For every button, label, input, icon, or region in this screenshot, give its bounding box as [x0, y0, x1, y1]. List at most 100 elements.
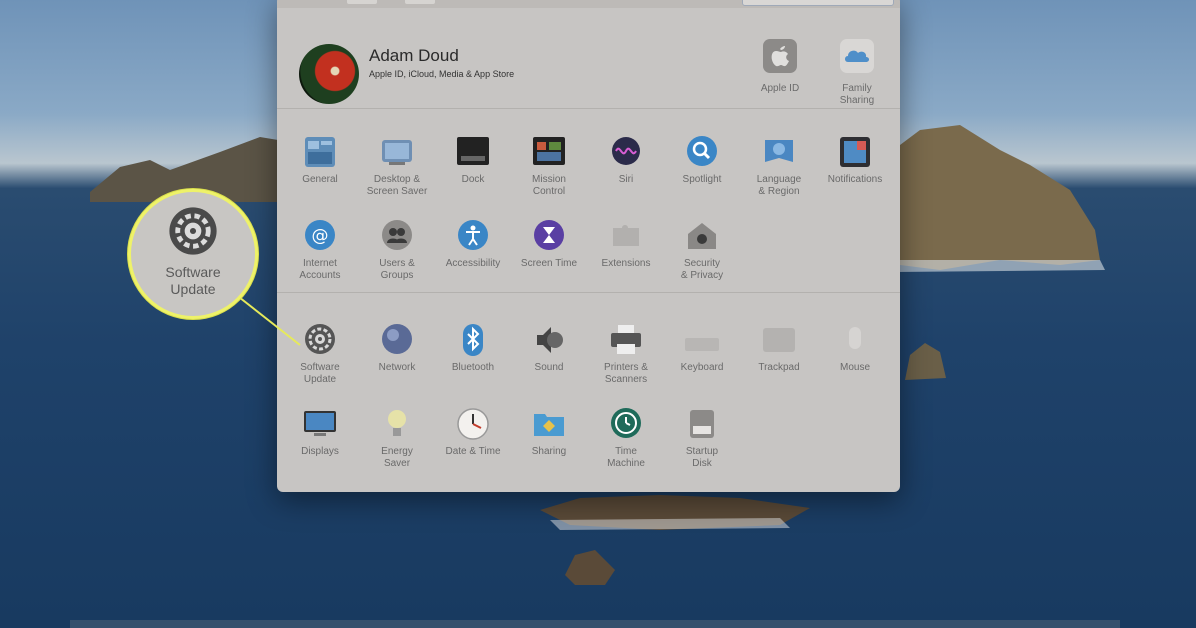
pref-trackpad[interactable]: Trackpad	[739, 322, 819, 374]
security-privacy-icon	[688, 223, 716, 249]
desktop-screen-saver-label: Desktop & Screen Saver	[366, 174, 428, 197]
show-all-button[interactable]	[405, 0, 435, 4]
pref-spotlight[interactable]: Spotlight	[662, 134, 742, 186]
mission-control-icon	[533, 137, 565, 165]
displays-icon	[304, 411, 336, 436]
network-icon	[382, 324, 412, 354]
keyboard-icon	[685, 338, 719, 351]
apple-id-label: Apple ID	[760, 83, 800, 94]
users-groups-icon	[382, 220, 412, 250]
pref-language-region[interactable]: Language & Region	[739, 134, 819, 198]
sound-label: Sound	[534, 362, 564, 373]
back-button[interactable]	[347, 0, 377, 4]
siri-label: Siri	[618, 174, 634, 185]
pref-printers-scanners[interactable]: Printers & Scanners	[586, 322, 666, 386]
pref-users-groups[interactable]: Users & Groups	[357, 218, 437, 282]
time-machine-icon	[611, 408, 641, 438]
general-label: General	[302, 174, 338, 185]
apple-id-section[interactable]: Adam Doud Apple ID, iCloud, Media & App …	[277, 8, 900, 109]
system-preferences-window: Adam Doud Apple ID, iCloud, Media & App …	[277, 0, 900, 492]
user-name: Adam Doud	[369, 46, 459, 65]
svg-text:@: @	[312, 226, 329, 246]
mouse-icon	[849, 327, 861, 349]
island-right	[880, 125, 1105, 272]
pref-energy-saver[interactable]: Energy Saver	[357, 406, 437, 470]
pref-displays[interactable]: Displays	[280, 406, 360, 458]
pref-date-time[interactable]: Date & Time	[433, 406, 513, 458]
clock-icon	[457, 408, 489, 440]
gear-icon	[169, 207, 217, 255]
language-region-icon	[765, 140, 793, 162]
pref-internet-accounts[interactable]: @ Internet Accounts	[280, 218, 360, 282]
mouse-label: Mouse	[839, 362, 870, 373]
extensions-label: Extensions	[601, 258, 651, 269]
energy-saver-label: Energy Saver	[381, 446, 413, 469]
accessibility-label: Accessibility	[445, 258, 501, 269]
pref-apple-id[interactable]: Apple ID	[745, 38, 815, 95]
pref-software-update[interactable]: Software Update	[280, 322, 360, 386]
avatar[interactable]	[299, 44, 359, 104]
family-sharing-label: Family Sharing	[839, 83, 875, 106]
trackpad-label: Trackpad	[758, 362, 800, 373]
spotlight-label: Spotlight	[682, 174, 722, 185]
dock-label: Dock	[461, 174, 485, 185]
general-icon	[305, 137, 335, 167]
pref-extensions[interactable]: Extensions	[586, 218, 666, 270]
time-machine-label: Time Machine	[607, 446, 645, 469]
pref-screen-time[interactable]: Screen Time	[509, 218, 589, 270]
desktop-screen-saver-icon	[382, 140, 412, 165]
dock-icon	[457, 137, 489, 165]
section-divider	[277, 292, 900, 293]
search-field[interactable]	[742, 0, 894, 6]
network-label: Network	[378, 362, 416, 373]
software-update-label: Software Update	[300, 362, 340, 385]
family-sharing-icon	[840, 39, 874, 73]
pref-accessibility[interactable]: Accessibility	[433, 218, 513, 270]
rock	[905, 343, 946, 380]
islet-small	[565, 550, 615, 585]
software-update-icon	[305, 324, 335, 354]
pref-notifications[interactable]: Notifications	[815, 134, 895, 186]
pref-mouse[interactable]: Mouse	[815, 322, 895, 374]
startup-disk-label: Startup Disk	[685, 446, 719, 469]
pref-sound[interactable]: Sound	[509, 322, 589, 374]
security-privacy-label: Security & Privacy	[680, 258, 724, 281]
users-groups-label: Users & Groups	[379, 258, 415, 281]
pref-security-privacy[interactable]: Security & Privacy	[662, 218, 742, 282]
pref-sharing[interactable]: Sharing	[509, 406, 589, 458]
pref-family-sharing[interactable]: Family Sharing	[822, 38, 892, 107]
displays-label: Displays	[301, 446, 339, 457]
printer-icon	[611, 325, 641, 354]
keyboard-label: Keyboard	[680, 362, 724, 373]
callout-label: Software Update	[165, 264, 221, 297]
pref-bluetooth[interactable]: Bluetooth	[433, 322, 513, 374]
bluetooth-label: Bluetooth	[451, 362, 495, 373]
internet-accounts-label: Internet Accounts	[299, 258, 341, 281]
dock	[70, 620, 1120, 628]
energy-saver-icon	[388, 410, 406, 436]
notifications-label: Notifications	[827, 174, 883, 185]
date-time-label: Date & Time	[445, 446, 501, 457]
pref-network[interactable]: Network	[357, 322, 437, 374]
sound-icon	[537, 327, 563, 353]
screen-time-icon	[534, 220, 564, 250]
internet-accounts-icon: @	[305, 220, 335, 250]
spotlight-icon	[687, 136, 717, 166]
pref-startup-disk[interactable]: Startup Disk	[662, 406, 742, 470]
apple-id-icon	[763, 39, 797, 73]
disk-icon	[690, 410, 714, 438]
pref-time-machine[interactable]: Time Machine	[586, 406, 666, 470]
sharing-icon	[534, 414, 564, 436]
pref-keyboard[interactable]: Keyboard	[662, 322, 742, 374]
pref-desktop-screen-saver[interactable]: Desktop & Screen Saver	[357, 134, 437, 198]
screen-time-label: Screen Time	[520, 258, 578, 269]
user-subtitle: Apple ID, iCloud, Media & App Store	[369, 69, 515, 79]
software-update-callout: Software Update	[128, 189, 258, 319]
pref-siri[interactable]: Siri	[586, 134, 666, 186]
bluetooth-icon	[463, 324, 483, 356]
printers-scanners-label: Printers & Scanners	[604, 362, 648, 385]
pref-dock[interactable]: Dock	[433, 134, 513, 186]
pref-general[interactable]: General	[280, 134, 360, 186]
extensions-icon	[613, 225, 639, 246]
pref-mission-control[interactable]: Mission Control	[509, 134, 589, 198]
